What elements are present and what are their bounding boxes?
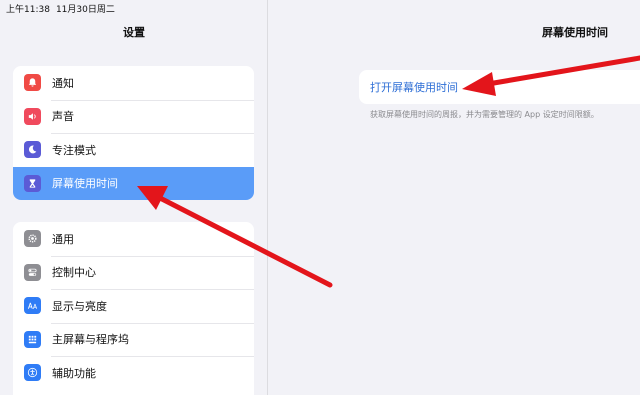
status-date: 11月30日周二 — [55, 5, 115, 15]
turn-on-screen-time-link[interactable]: 打开屏幕使用时间 — [370, 79, 458, 95]
sidebar-item-label: 声音 — [52, 110, 74, 124]
sidebar-item-label: 控制中心 — [52, 266, 96, 280]
switches-icon — [24, 263, 41, 281]
accessibility-icon — [24, 364, 41, 382]
screen-time-card: 打开屏幕使用时间 — [359, 70, 640, 104]
sidebar-item-sounds[interactable]: 声音 — [13, 99, 254, 134]
settings-group-1: 通知 声音 专注模式 屏幕使用时间 — [13, 66, 254, 200]
sidebar-item-label: 显示与亮度 — [52, 299, 107, 313]
settings-group-2: 通用 控制中心 显示与亮度 主屏幕与程序坞 辅助功能 — [13, 222, 254, 395]
sidebar-item-control-center[interactable]: 控制中心 — [13, 255, 254, 290]
sidebar-title: 设置 — [123, 26, 145, 39]
sidebar-item-general[interactable]: 通用 — [13, 222, 254, 256]
sidebar-item-label: 通用 — [52, 232, 74, 246]
speaker-icon — [24, 107, 41, 125]
grid-icon — [24, 330, 41, 348]
sidebar-item-label: 专注模式 — [52, 143, 96, 157]
detail-panel: 屏幕使用时间 打开屏幕使用时间 获取屏幕使用时间的周报，并为需要管理的 App … — [269, 0, 640, 395]
sidebar: 上午11:38 11月30日周二 设置 通知 声音 专注模式 屏幕使用时间 通用… — [0, 0, 268, 395]
hourglass-icon — [24, 174, 41, 192]
sidebar-item-notifications[interactable]: 通知 — [13, 66, 254, 100]
sidebar-item-accessibility[interactable]: 辅助功能 — [13, 356, 254, 390]
moon-icon — [24, 141, 41, 159]
sidebar-item-focus[interactable]: 专注模式 — [13, 133, 254, 167]
screen-time-description: 获取屏幕使用时间的周报，并为需要管理的 App 设定时间限额。 — [370, 110, 599, 119]
sidebar-item-label: 屏幕使用时间 — [52, 177, 118, 191]
sidebar-item-screen-time[interactable]: 屏幕使用时间 — [13, 166, 254, 200]
sidebar-item-label: 通知 — [52, 76, 74, 90]
page-title: 屏幕使用时间 — [542, 26, 608, 39]
sidebar-item-home-screen[interactable]: 主屏幕与程序坞 — [13, 322, 254, 357]
text-size-icon — [24, 297, 41, 315]
sidebar-item-label: 辅助功能 — [52, 366, 96, 380]
bell-icon — [24, 74, 41, 92]
sidebar-item-label: 主屏幕与程序坞 — [52, 333, 129, 347]
gear-icon — [24, 230, 41, 248]
status-time: 上午11:38 — [6, 5, 50, 15]
status-bar: 上午11:38 11月30日周二 — [6, 2, 121, 15]
settings-screen: 上午11:38 11月30日周二 设置 通知 声音 专注模式 屏幕使用时间 通用… — [0, 0, 640, 395]
sidebar-item-display[interactable]: 显示与亮度 — [13, 289, 254, 323]
